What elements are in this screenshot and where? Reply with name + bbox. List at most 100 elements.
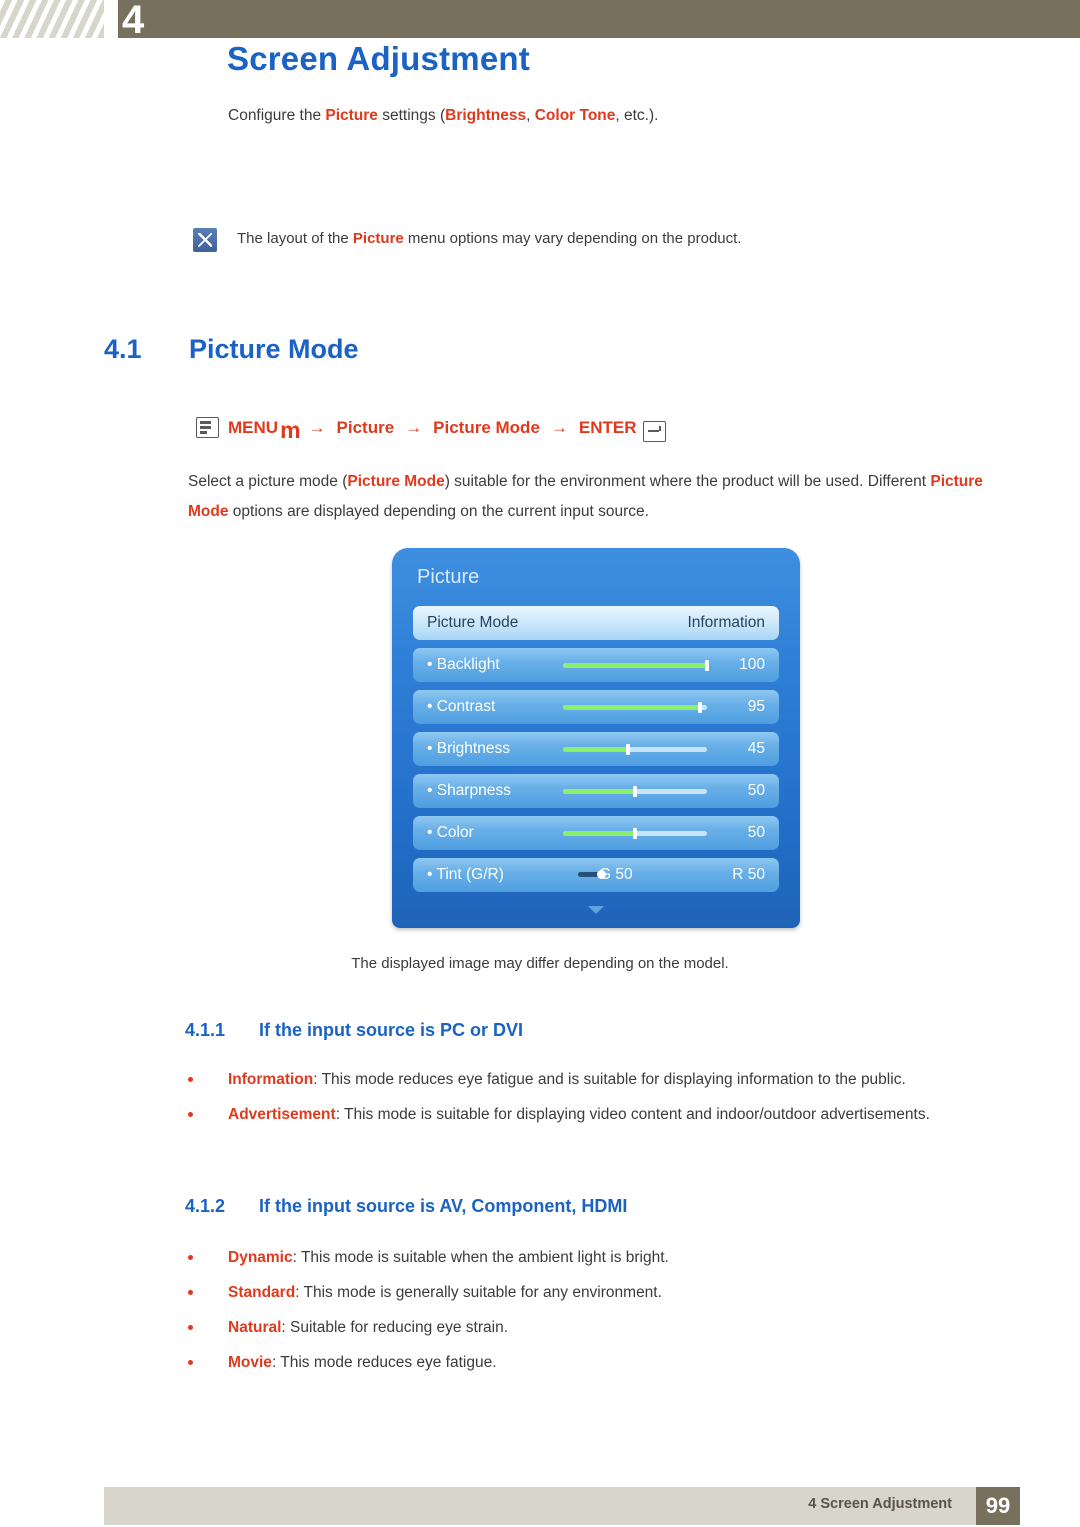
- osd-row-value: R 50: [732, 866, 765, 883]
- enter-key-icon: [642, 421, 666, 442]
- bullet-text: : This mode reduces eye fatigue.: [271, 1354, 497, 1371]
- osd-row-value: 100: [739, 656, 765, 673]
- intro-suffix: , etc.).: [615, 107, 659, 124]
- bullet-text: : This mode is suitable when the ambient…: [292, 1249, 669, 1266]
- intro-comma: ,: [526, 107, 535, 124]
- osd-row[interactable]: • Contrast 95: [413, 690, 779, 724]
- menu-path: MENU m → Picture → Picture Mode → ENTER: [196, 414, 666, 443]
- body-line-c: ) suitable for the environment where the…: [444, 473, 931, 490]
- note-pencil-icon: [193, 228, 217, 252]
- list-item: Standard: This mode is generally suitabl…: [186, 1280, 1006, 1306]
- osd-row-label: • Brightness: [427, 740, 510, 757]
- osd-row-label: • Contrast: [427, 698, 496, 715]
- bullet-text: : This mode is generally suitable for an…: [295, 1284, 662, 1301]
- osd-row-value: 50: [747, 782, 765, 799]
- osd-slider[interactable]: [563, 660, 709, 671]
- bullet-term: Natural: [228, 1319, 282, 1336]
- intro-keyword-picture: Picture: [325, 107, 378, 124]
- menu-path-arrow-3: →: [550, 417, 568, 437]
- menu-path-arrow-2: →: [405, 417, 423, 437]
- osd-row[interactable]: • Backlight 100: [413, 648, 779, 682]
- osd-row-value: 45: [747, 740, 765, 757]
- banner-gap: [104, 0, 118, 38]
- osd-slider-fill: [563, 831, 635, 836]
- bullet-term: Advertisement: [228, 1106, 336, 1123]
- osd-title: Picture: [417, 566, 480, 588]
- list-item: Natural: Suitable for reducing eye strai…: [186, 1315, 1006, 1341]
- osd-slider-knob[interactable]: [705, 660, 709, 671]
- osd-slider-fill: [563, 747, 628, 752]
- list-item: Dynamic: This mode is suitable when the …: [186, 1245, 1006, 1271]
- osd-slider-knob[interactable]: [625, 744, 630, 755]
- bullet-text: : This mode is suitable for displaying v…: [335, 1106, 930, 1123]
- down-caret-icon: [588, 906, 604, 914]
- list-item: Advertisement: This mode is suitable for…: [186, 1102, 1006, 1128]
- note-suffix: menu options may vary depending on the p…: [403, 230, 742, 247]
- osd-slider[interactable]: [563, 828, 707, 839]
- menu-path-step-2: Picture Mode: [433, 417, 540, 437]
- footer-page-number: 99: [976, 1487, 1020, 1525]
- osd-row[interactable]: • Tint (G/R) G 50 R 50: [413, 858, 779, 892]
- footer-text: 4 Screen Adjustment: [808, 1496, 952, 1512]
- osd-slider-knob[interactable]: [697, 702, 702, 713]
- intro-prefix: Configure the: [228, 107, 326, 124]
- osd-tint-slider[interactable]: [578, 870, 614, 879]
- list-item: Movie: This mode reduces eye fatigue.: [186, 1350, 1006, 1376]
- section-title: Picture Mode: [189, 334, 359, 364]
- osd-row[interactable]: Picture Mode Information: [413, 606, 779, 640]
- osd-row-label: • Color: [427, 824, 474, 841]
- body-line-e: options are displayed depending on the c…: [228, 503, 649, 520]
- osd-row-label: Picture Mode: [427, 614, 519, 631]
- chapter-number: 4: [122, 0, 145, 42]
- menu-path-enter-label: ENTER: [578, 417, 637, 437]
- body-keyword-1: Picture Mode: [347, 473, 445, 490]
- menu-path-step-1: Picture: [336, 417, 395, 437]
- osd-slider[interactable]: [563, 702, 707, 713]
- osd-slider[interactable]: [563, 786, 707, 797]
- osd-row-label: • Backlight: [427, 656, 500, 673]
- section-number: 4.1: [104, 334, 142, 364]
- menu-button-icon: [196, 417, 219, 438]
- osd-slider-fill: [563, 663, 707, 668]
- bullet-term: Movie: [228, 1354, 272, 1371]
- bullet-text: : Suitable for reducing eye strain.: [281, 1319, 509, 1336]
- osd-row[interactable]: • Sharpness 50: [413, 774, 779, 808]
- osd-slider-knob[interactable]: [633, 786, 637, 797]
- bullet-term: Standard: [228, 1284, 296, 1301]
- osd-row[interactable]: • Color 50: [413, 816, 779, 850]
- subsection-1-bullets: Information: This mode reduces eye fatig…: [186, 1067, 1006, 1137]
- banner-hatch-decoration: [0, 0, 104, 38]
- note-callout: The layout of the Picture menu options m…: [193, 227, 953, 252]
- subsection-1-number: 4.1.1: [185, 1020, 226, 1040]
- osd-caption: The displayed image may differ depending…: [351, 955, 729, 972]
- body-paragraph: Select a picture mode (Picture Mode) sui…: [188, 467, 993, 527]
- subsection-1-title: If the input source is PC or DVI: [259, 1020, 524, 1040]
- intro-paragraph: Configure the Picture settings (Brightne…: [228, 107, 658, 125]
- subsection-2-bullets: Dynamic: This mode is suitable when the …: [186, 1245, 1006, 1385]
- note-keyword: Picture: [352, 230, 404, 247]
- menu-path-menu-label: MENU: [228, 417, 279, 437]
- osd-picture-menu: Picture Picture Mode Information • Backlig…: [392, 548, 800, 928]
- osd-row-value: Information: [687, 614, 765, 631]
- osd-row[interactable]: • Brightness 45: [413, 732, 779, 766]
- osd-slider[interactable]: [563, 744, 707, 755]
- subsection-2-title: If the input source is AV, Component, HD…: [259, 1196, 628, 1216]
- body-line-a: Select a picture mode (: [188, 473, 348, 490]
- osd-row-value: 95: [747, 698, 765, 715]
- bullet-text: : This mode reduces eye fatigue and is s…: [313, 1071, 906, 1088]
- osd-row-label: • Sharpness: [427, 782, 511, 799]
- osd-slider-fill: [563, 789, 635, 794]
- subsection-2-number: 4.1.2: [185, 1196, 226, 1216]
- list-item: Information: This mode reduces eye fatig…: [186, 1067, 1006, 1093]
- bullet-term: Information: [228, 1071, 314, 1088]
- menu-path-arrow-1: →: [308, 417, 326, 437]
- osd-slider-knob[interactable]: [633, 828, 637, 839]
- intro-keyword-brightness: Brightness: [445, 107, 527, 124]
- osd-row-value: 50: [747, 824, 765, 841]
- osd-slider-fill: [563, 705, 700, 710]
- note-text: The layout of the Picture menu options m…: [237, 227, 741, 249]
- intro-mid: settings (: [377, 107, 446, 124]
- note-prefix: The layout of the: [237, 230, 353, 247]
- menu-path-m: m: [280, 417, 300, 443]
- osd-row-list: Picture Mode Information • Backlight 100 • C…: [413, 606, 779, 900]
